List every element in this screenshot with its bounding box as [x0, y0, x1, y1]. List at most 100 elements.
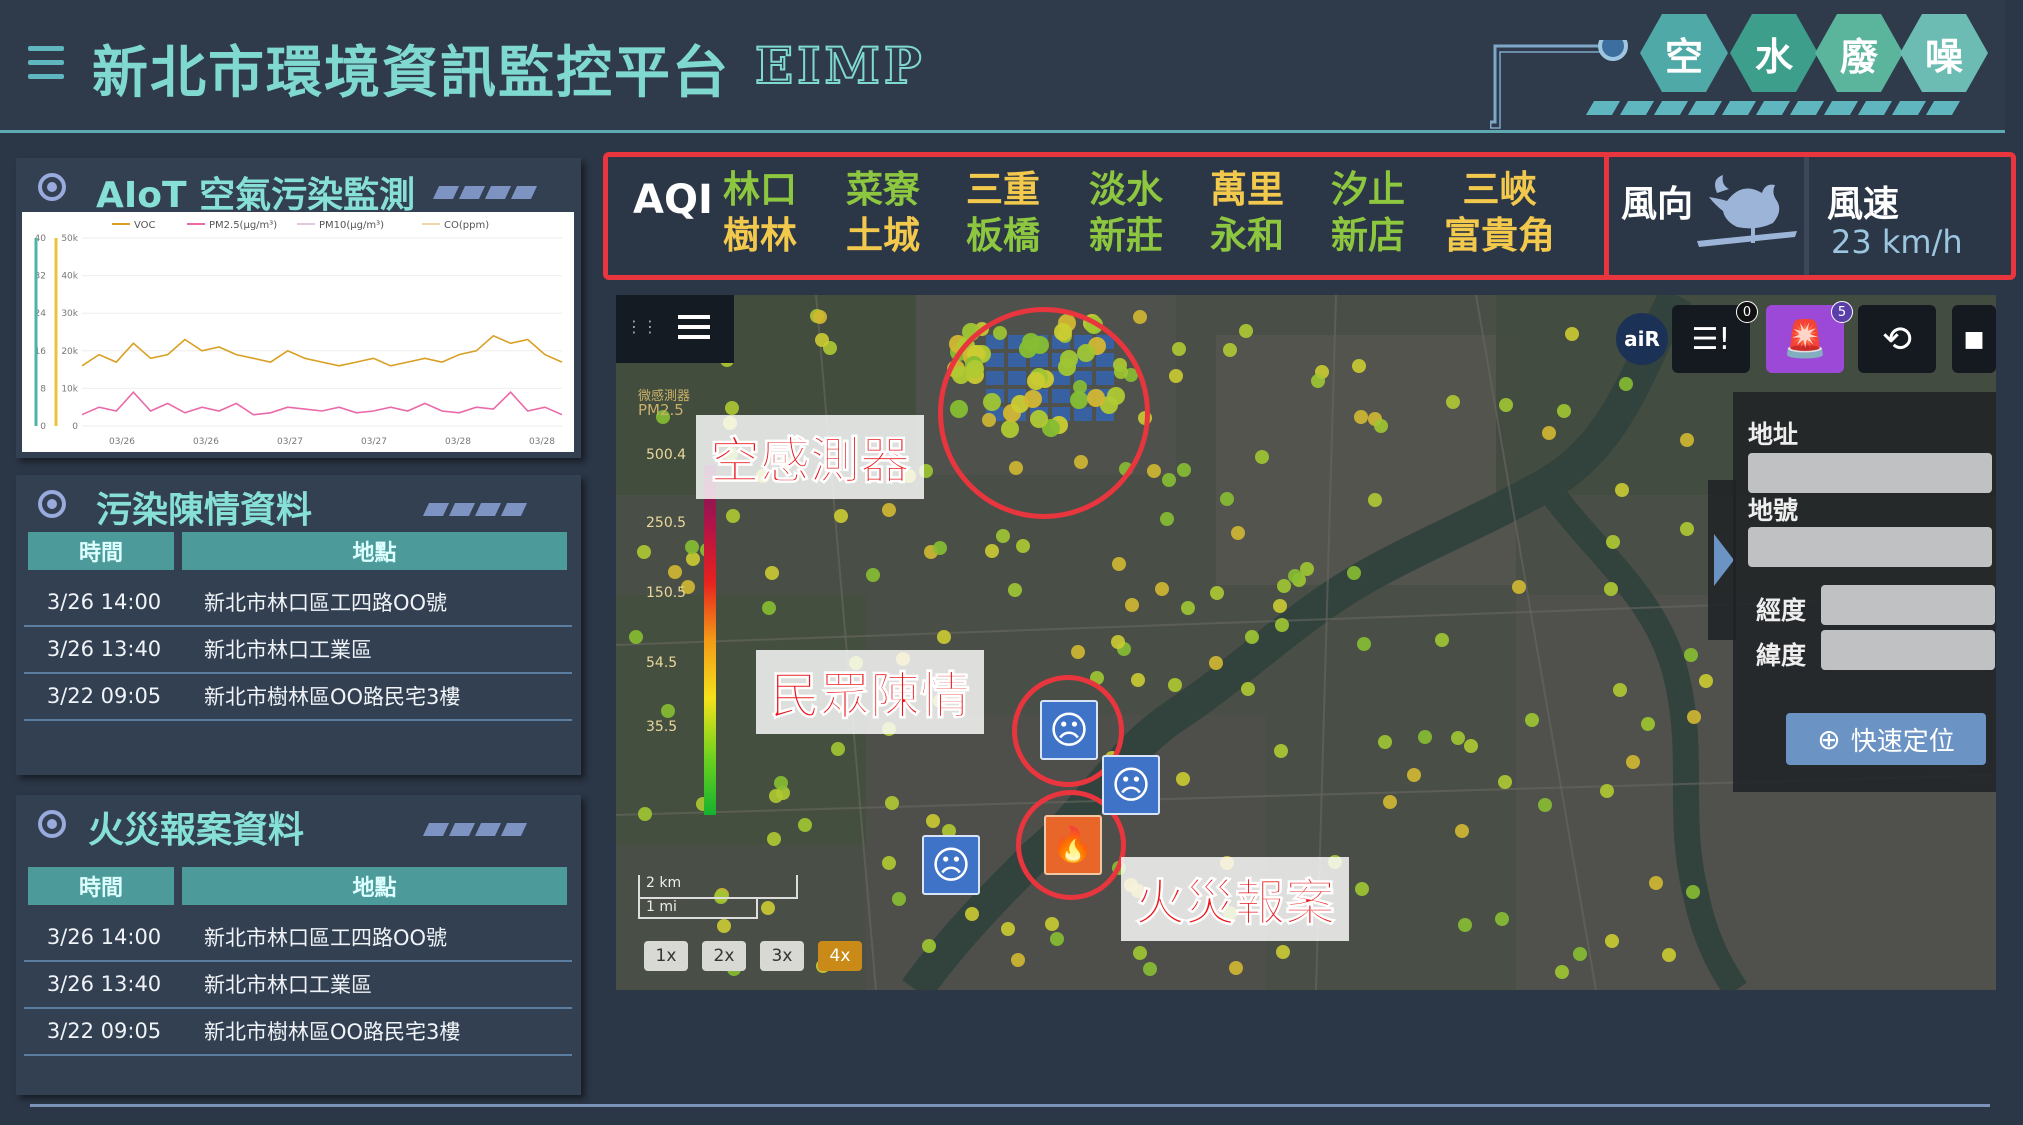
aqi-city-pair[interactable]: 三重 板橋	[966, 167, 1040, 259]
row-location: 新北市林口工業區	[204, 972, 372, 997]
aqi-city-name: 三峽	[1462, 168, 1537, 211]
aqi-label: AQI	[633, 177, 713, 223]
zoom-button-4x[interactable]: 4x	[818, 941, 862, 971]
complaint-callout: 民眾陳情	[756, 650, 984, 734]
y-right-tick: 0	[72, 422, 78, 432]
aqi-city-name: 土城	[846, 214, 920, 257]
fire-report-marker[interactable]: 🔥	[1044, 815, 1102, 875]
x-tick: 03/26	[109, 437, 135, 447]
column-header-time: 時間	[28, 867, 174, 905]
aqi-city-pair[interactable]: 汐止 新店	[1331, 167, 1405, 259]
row-time: 3/26 13:40	[46, 636, 162, 661]
complaint-marker[interactable]: ☹	[1102, 755, 1160, 815]
aqi-city-pair[interactable]: 萬里 永和	[1210, 167, 1284, 259]
flame-icon: 🔥	[1051, 825, 1095, 865]
map-view[interactable]: ⋮⋮ aiR ☰! 0 🚨 5 ⟲ ■ 地址 地號 經度 緯度 ⊕ 快速定位 微…	[616, 295, 1996, 990]
drag-handle-icon[interactable]: ⋮⋮	[626, 317, 658, 336]
layer-menu-icon[interactable]	[678, 309, 710, 345]
sad-face-icon: ☹	[931, 843, 971, 887]
report-list-icon: ☰!	[1691, 321, 1731, 357]
aqi-city-pair[interactable]: 三峽 富貴角	[1444, 167, 1555, 259]
y-left-tick: 0	[40, 422, 46, 432]
table-row[interactable]: 3/26 14:00 新北市林口區工四路OO號	[24, 913, 572, 962]
complaint-panel-title: 污染陳情資料	[96, 490, 313, 531]
legend-color-bar	[704, 465, 716, 815]
sad-face-icon: ☹	[1049, 708, 1089, 752]
aqi-city-name: 樹林	[723, 214, 797, 257]
side-panel-toggle[interactable]	[1708, 480, 1736, 640]
y-right-tick: 40k	[61, 272, 78, 282]
table-row[interactable]: 3/22 09:05 新北市樹林區OO路民宅3樓	[24, 672, 572, 721]
address-input[interactable]	[1748, 453, 1992, 493]
panel-stripe-decoration	[422, 501, 530, 516]
sensor-callout: 空感測器	[696, 415, 924, 499]
complaint-marker[interactable]: ☹	[1040, 700, 1098, 760]
clock-icon: ⟲	[1881, 318, 1913, 360]
y-left-tick: 8	[40, 384, 46, 394]
quick-locate-button[interactable]: ⊕ 快速定位	[1786, 713, 1986, 765]
land-number-label: 地號	[1748, 496, 1799, 525]
hamburger-menu-icon[interactable]	[28, 46, 64, 80]
alarm-count-badge: 5	[1831, 301, 1853, 323]
legend-unit: PM2.5	[638, 401, 684, 419]
latitude-input[interactable]	[1821, 630, 1995, 670]
wind-divider	[1804, 157, 1809, 275]
wind-direction-label: 風向	[1621, 184, 1694, 225]
row-time: 3/26 13:40	[46, 971, 162, 996]
fire-callout: 火災報案	[1121, 857, 1349, 941]
wind-box: 風向 風速 23 km/h	[1604, 152, 2016, 280]
aqi-city-pair[interactable]: 淡水 新莊	[1089, 167, 1163, 259]
aiot-line-chart: VOC PM2.5(μg/m³) PM10(μg/m³) CO(ppm)40 50k32…	[22, 212, 574, 452]
row-location: 新北市林口區工四路OO號	[204, 925, 448, 950]
legend-entry: PM2.5(μg/m³)	[209, 220, 277, 231]
y-right-tick: 20k	[61, 347, 78, 357]
table-row[interactable]: 3/22 09:05 新北市樹林區OO路民宅3樓	[24, 1007, 572, 1056]
weathervane-rooster-icon	[1697, 175, 1797, 247]
more-button[interactable]: ■	[1952, 305, 1996, 373]
chevron-right-icon	[1714, 534, 1734, 586]
wind-speed-value: 23 km/h	[1831, 223, 1963, 261]
table-row[interactable]: 3/26 13:40 新北市林口工業區	[24, 960, 572, 1009]
panel-stripe-decoration	[422, 821, 530, 836]
aqi-city-pair[interactable]: 菜寮 土城	[846, 167, 920, 259]
x-tick: 03/28	[529, 437, 555, 447]
target-icon	[38, 810, 66, 838]
aqi-city-name: 萬里	[1210, 168, 1284, 211]
x-tick: 03/27	[361, 437, 387, 447]
land-number-input[interactable]	[1748, 527, 1992, 567]
quick-locate-label: 快速定位	[1850, 726, 1955, 757]
address-label: 地址	[1748, 420, 1799, 449]
legend-entry: CO(ppm)	[444, 220, 489, 231]
aqi-city-pair[interactable]: 林口 樹林	[723, 167, 797, 259]
table-row[interactable]: 3/26 14:00 新北市林口區工四路OO號	[24, 578, 572, 627]
y-right-tick: 10k	[61, 384, 78, 394]
aqi-city-name: 富貴角	[1444, 214, 1555, 257]
aqi-city-name: 新店	[1331, 214, 1405, 257]
legend-tick: 150.5	[646, 585, 687, 601]
legend-entry: PM10(μg/m³)	[319, 220, 384, 231]
footer-divider	[30, 1104, 1990, 1107]
history-button[interactable]: ⟲	[1858, 305, 1936, 373]
zoom-button-2x[interactable]: 2x	[702, 941, 746, 971]
aiot-panel: AIoT 空氣污染監測 VOC PM2.5(μg/m³) PM10(μg/m³) CO…	[16, 158, 581, 458]
wind-speed-label: 風速	[1827, 184, 1900, 225]
complaint-marker[interactable]: ☹	[922, 835, 980, 895]
sad-face-icon: ☹	[1111, 763, 1151, 807]
longitude-label: 經度	[1756, 596, 1807, 625]
column-header-time: 時間	[28, 532, 174, 570]
aqi-city-name: 汐止	[1331, 168, 1405, 211]
aqi-city-name: 林口	[723, 168, 797, 211]
zoom-button-3x[interactable]: 3x	[760, 941, 804, 971]
legend-tick: 35.5	[646, 719, 678, 735]
fire-panel-title: 火災報案資料	[88, 810, 305, 851]
column-header-location: 地點	[182, 532, 567, 570]
zoom-button-1x[interactable]: 1x	[644, 941, 688, 971]
table-row[interactable]: 3/26 13:40 新北市林口工業區	[24, 625, 572, 674]
row-location: 新北市樹林區OO路民宅3樓	[204, 1019, 461, 1044]
longitude-input[interactable]	[1821, 585, 1995, 625]
air-logo: aiR	[1616, 313, 1668, 365]
y-right-tick: 50k	[61, 234, 78, 244]
report-count-badge: 0	[1736, 301, 1758, 323]
panel-stripe-decoration	[432, 184, 540, 199]
legend-tick: 250.5	[646, 515, 687, 531]
